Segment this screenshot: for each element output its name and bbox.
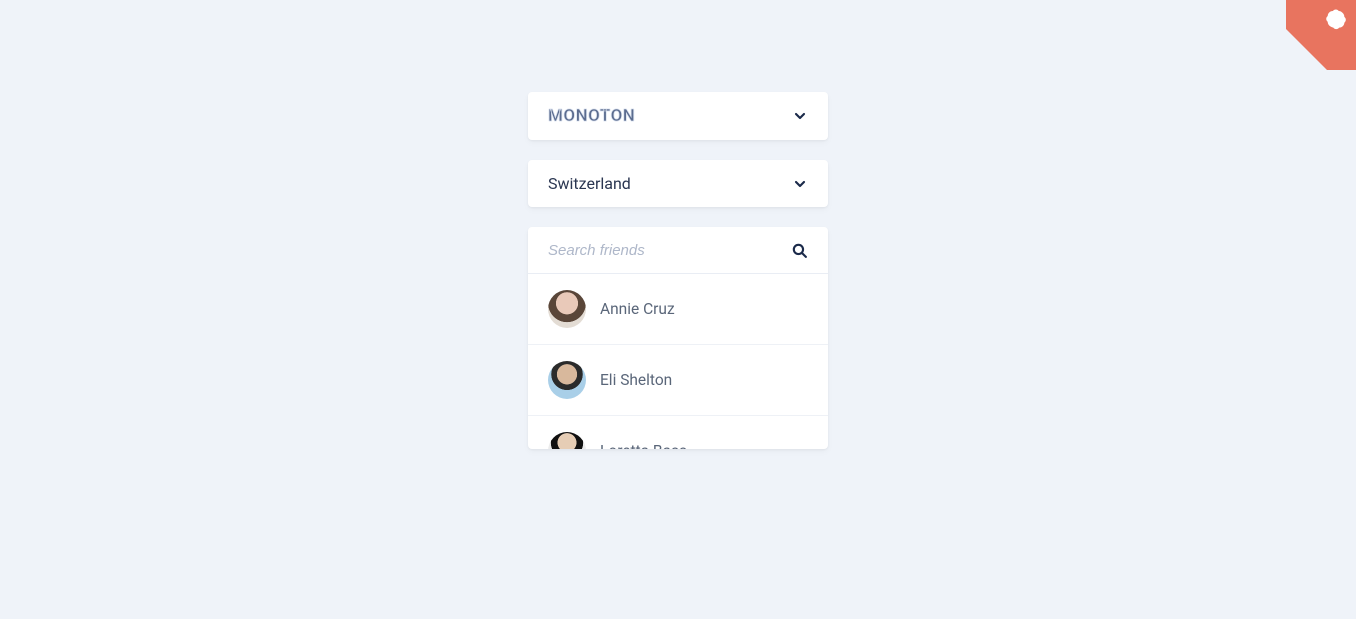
avatar	[548, 432, 586, 449]
friends-search-input[interactable]	[548, 242, 748, 259]
friend-item[interactable]: Annie Cruz	[528, 274, 828, 345]
friends-list[interactable]: Annie Cruz Eli Shelton Loretta Bass	[528, 274, 828, 449]
demo-stage: Monoton Switzerland Annie Cruz	[528, 0, 828, 449]
font-dropdown[interactable]: Monoton	[528, 92, 828, 140]
country-dropdown[interactable]: Switzerland	[528, 160, 828, 207]
friend-name: Eli Shelton	[600, 371, 672, 389]
friend-name: Annie Cruz	[600, 300, 675, 318]
corner-ribbon[interactable]	[1286, 0, 1356, 70]
friends-panel: Annie Cruz Eli Shelton Loretta Bass	[528, 227, 828, 449]
chevron-down-icon	[792, 176, 808, 192]
chevron-down-icon	[792, 108, 808, 124]
friend-item[interactable]: Loretta Bass	[528, 416, 828, 449]
ribbon-icon	[1321, 3, 1352, 34]
country-dropdown-label: Switzerland	[548, 174, 631, 193]
avatar	[548, 361, 586, 399]
friends-search-row	[528, 227, 828, 274]
friend-item[interactable]: Eli Shelton	[528, 345, 828, 416]
font-dropdown-label: Monoton	[548, 106, 635, 126]
avatar	[548, 290, 586, 328]
friend-name: Loretta Bass	[600, 442, 687, 449]
search-icon[interactable]	[790, 241, 808, 259]
